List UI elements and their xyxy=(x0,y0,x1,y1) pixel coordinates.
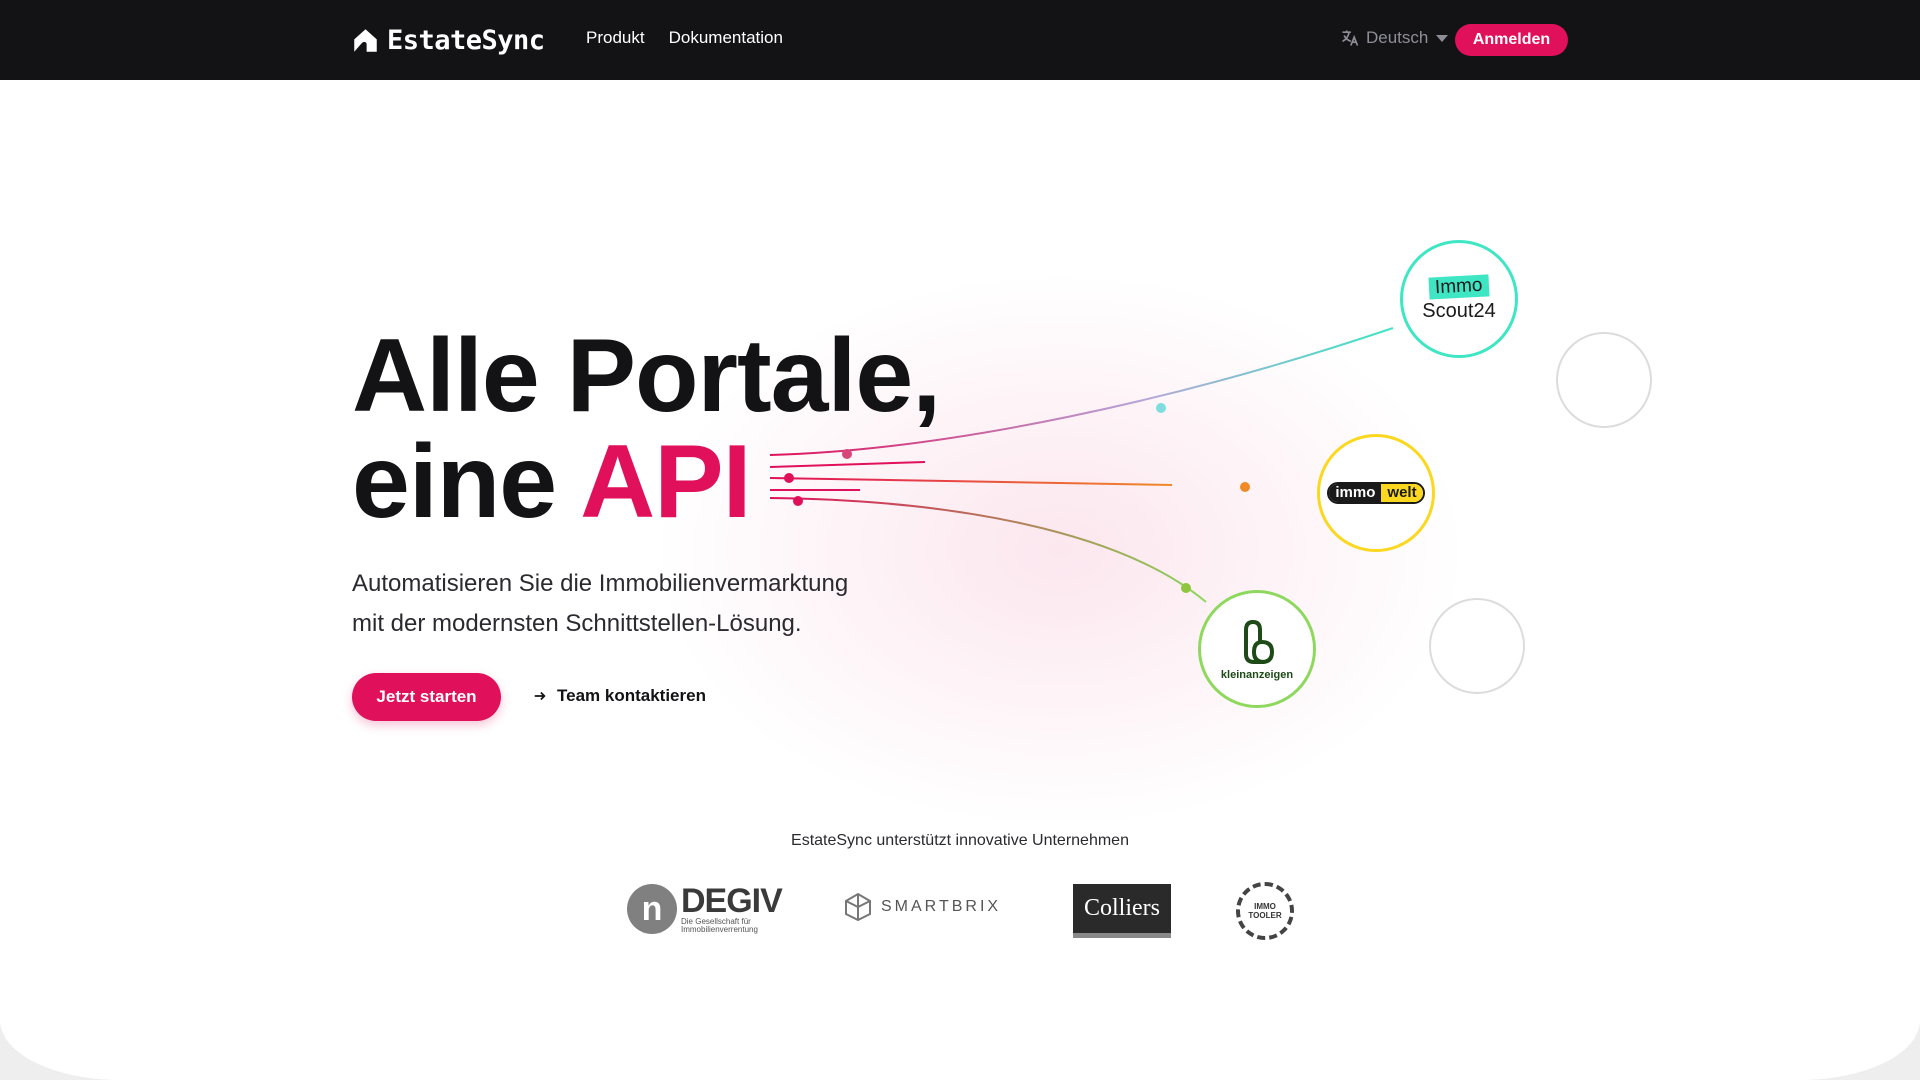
portal-kleinanzeigen[interactable]: kleinanzeigen xyxy=(1198,590,1316,708)
immotooler-line1: IMMO xyxy=(1254,902,1276,911)
immoscout-text: Scout24 xyxy=(1422,299,1496,322)
smartbrix-name: SMARTBRIX xyxy=(881,898,1002,915)
degiv-tagline: Die Gesellschaft für Immobilienverrentun… xyxy=(681,917,758,934)
get-started-button[interactable]: Jetzt starten xyxy=(352,673,501,721)
colliers-name: Colliers xyxy=(1084,895,1160,921)
hero-title-accent: API xyxy=(580,424,751,540)
logo-smartbrix: SMARTBRIX xyxy=(843,892,1001,922)
logo-degiv: n DEGIV Die Gesellschaft für Immobilienv… xyxy=(627,882,783,934)
nav-link-produkt[interactable]: Produkt xyxy=(586,28,645,48)
arrow-right-icon xyxy=(534,691,546,701)
hero-subtitle-line1: Automatisieren Sie die Immobilienvermark… xyxy=(352,570,849,597)
degiv-name: DEGIV xyxy=(681,882,783,920)
contact-team-label: Team kontaktieren xyxy=(557,686,706,705)
login-button[interactable]: Anmelden xyxy=(1455,24,1568,56)
language-label: Deutsch xyxy=(1366,28,1429,47)
placeholder-circle xyxy=(1556,332,1652,428)
supporters-heading: EstateSync unterstützt innovative Untern… xyxy=(791,832,1129,849)
hero-subtitle-line2: mit der modernsten Schnittstellen-Lösung… xyxy=(352,610,802,637)
immotooler-line2: TOOLER xyxy=(1248,911,1282,920)
main-nav: Produkt Dokumentation xyxy=(586,28,783,48)
house-logo-icon xyxy=(354,28,377,52)
translate-icon xyxy=(1342,30,1359,46)
immowelt-logo: immo welt xyxy=(1327,482,1425,504)
hero-subtitle: Automatisieren Sie die Immobilienvermark… xyxy=(352,564,952,644)
degiv-mark: n xyxy=(627,884,677,934)
connection-lines xyxy=(769,327,1394,603)
portal-immoscout24[interactable]: Immo Scout24 xyxy=(1400,240,1518,358)
brand-logo-link[interactable]: EstateSync xyxy=(352,22,545,58)
portal-immowelt[interactable]: immo welt xyxy=(1317,434,1435,552)
logo-immotooler: IMMO TOOLER xyxy=(1236,882,1294,940)
language-selector[interactable]: Deutsch xyxy=(1340,28,1449,48)
logo-colliers: Colliers xyxy=(1073,884,1171,938)
placeholder-circle xyxy=(1429,598,1525,694)
immowelt-left: immo xyxy=(1329,484,1382,502)
kleinanzeigen-logo-icon xyxy=(1244,619,1275,664)
kleinanzeigen-text: kleinanzeigen xyxy=(1220,668,1294,681)
top-navbar: EstateSync Produkt Dokumentation Deutsch… xyxy=(0,0,1920,80)
immowelt-right: welt xyxy=(1381,484,1423,502)
chevron-down-icon xyxy=(1436,34,1449,42)
smartbrix-cube-icon xyxy=(845,892,871,922)
hero-title-line2-prefix: eine xyxy=(352,424,557,540)
hero-title-line1: Alle Portale, xyxy=(352,318,941,434)
brand-name: EstateSync xyxy=(387,24,545,56)
hero-section: Alle Portale, eine API Automatisieren Si… xyxy=(0,80,1920,1080)
contact-team-link[interactable]: Team kontaktieren xyxy=(533,686,706,706)
immoscout-badge: Immo xyxy=(1428,273,1490,300)
nav-link-dokumentation[interactable]: Dokumentation xyxy=(669,28,783,48)
hero-title: Alle Portale, eine API xyxy=(352,323,941,535)
